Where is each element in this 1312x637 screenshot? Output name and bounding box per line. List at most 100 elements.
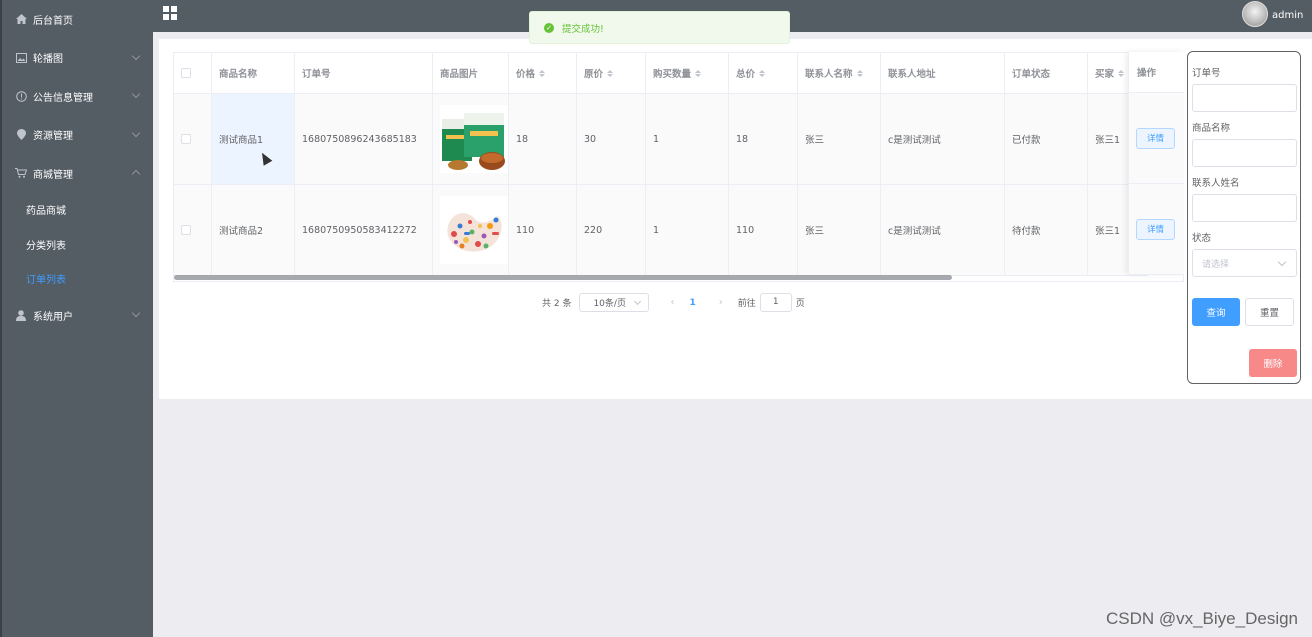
column-header: 联系人地址	[881, 53, 1005, 93]
page-size-select[interactable]: 10条/页	[579, 293, 650, 312]
sort-icon[interactable]	[759, 69, 766, 77]
chevron-down-icon	[131, 51, 141, 60]
contact-name-input[interactable]	[1192, 194, 1297, 222]
sort-icon[interactable]	[539, 69, 546, 77]
chevron-down-icon	[131, 128, 141, 137]
column-header: 订单状态	[1005, 53, 1088, 93]
sidebar-item-carousel[interactable]: 轮播图	[2, 39, 153, 78]
page-number-current[interactable]: 1	[689, 298, 695, 308]
watermark: CSDN @vx_Biye_Design	[1105, 609, 1298, 628]
query-button[interactable]: 查询	[1192, 298, 1240, 326]
order-no-input[interactable]	[1192, 84, 1297, 112]
sidebar-subitem-drug-mall[interactable]: 药品商城	[2, 193, 153, 228]
status-label: 状态	[1192, 233, 1212, 244]
next-page-icon[interactable]: ›	[714, 297, 728, 308]
order-no-label: 订单号	[1192, 68, 1221, 79]
reset-button[interactable]: 重置	[1245, 298, 1294, 326]
table-header-row: 商品名称 订单号 商品图片 价格 原价 购买数量 总价 联系人名称 联系人地址 …	[174, 53, 1148, 94]
column-header-label: 原价	[584, 69, 604, 80]
column-header-label: 联系人名称	[805, 69, 853, 80]
row-select-cell	[174, 94, 212, 184]
original-price-cell: 220	[577, 185, 646, 275]
sort-icon[interactable]	[695, 69, 702, 77]
contact-name-label: 联系人姓名	[1192, 178, 1240, 189]
detail-button[interactable]: 详情	[1136, 127, 1175, 149]
table-row[interactable]: 测试商品2 1680750950583412272 110 220 1 110 …	[174, 185, 1148, 276]
chevron-down-icon	[131, 89, 141, 99]
avatar[interactable]	[1242, 1, 1268, 27]
sort-icon[interactable]	[607, 69, 614, 77]
status-select[interactable]: 请选择	[1192, 249, 1297, 277]
product-name-cell: 测试商品1	[212, 94, 295, 184]
sidebar-subitem-category-list[interactable]: 分类列表	[2, 227, 153, 262]
price-cell: 18	[509, 94, 577, 184]
column-header: 订单号	[295, 53, 433, 93]
quantity-cell: 1	[646, 94, 729, 184]
column-header-sortable[interactable]: 原价	[577, 53, 646, 93]
pagination-total: 共 2 条	[542, 299, 572, 309]
detail-button[interactable]: 详情	[1136, 218, 1175, 240]
operations-cell: 详情	[1129, 184, 1184, 275]
sidebar-item-home[interactable]: 后台首页	[2, 0, 153, 39]
goto-label: 前往	[737, 299, 756, 309]
sort-icon[interactable]	[856, 69, 863, 77]
info-icon	[15, 90, 27, 102]
toast-message: 提交成功!	[562, 23, 604, 35]
sidebar-item-label: 公告信息管理	[33, 92, 93, 104]
select-all-cell	[174, 53, 212, 93]
column-header-label: 总价	[736, 69, 756, 80]
chevron-up-icon	[131, 169, 141, 179]
sidebar-item-label: 轮播图	[33, 54, 63, 66]
chevron-down-icon	[131, 308, 141, 318]
total-cell: 18	[729, 94, 798, 184]
menu-toggle-grid-icon[interactable]	[163, 6, 178, 21]
column-header-sortable[interactable]: 价格	[509, 53, 577, 93]
sort-icon[interactable]	[1118, 69, 1125, 77]
row-select-cell	[174, 185, 212, 275]
quantity-cell: 1	[646, 185, 729, 275]
sidebar-item-mall[interactable]: 商城管理	[2, 154, 153, 193]
column-header: 操作	[1129, 52, 1184, 93]
product-image-cell	[433, 185, 509, 275]
table-row[interactable]: 测试商品1 1680750896243685183 18 30 1 18 张三 …	[174, 94, 1148, 185]
location-icon	[15, 129, 27, 141]
home-icon	[15, 13, 27, 25]
operations-cell: 详情	[1129, 93, 1184, 184]
column-header-label: 买家	[1095, 69, 1115, 80]
horizontal-scrollbar[interactable]	[174, 275, 952, 280]
product-image-pills	[440, 196, 508, 264]
sidebar-item-resources[interactable]: 资源管理	[2, 116, 153, 155]
row-checkbox[interactable]	[181, 225, 191, 235]
goto-page-input[interactable]: 1	[759, 293, 792, 312]
contact-address-cell: c是测试测试	[881, 94, 1005, 184]
sidebar: 后台首页 轮播图 公告信息管理 资源管理 商城管理 药品商城 分类列表 订单列表	[0, 0, 153, 637]
sidebar-item-label: 商城管理	[33, 169, 73, 181]
column-header-sortable[interactable]: 联系人名称	[798, 53, 881, 93]
pagination: 共 2 条 10条/页 ‹ 1 › 前往 1 页	[542, 293, 805, 312]
success-toast: ✓ 提交成功!	[529, 11, 790, 44]
order-status-cell: 已付款	[1005, 94, 1088, 184]
sidebar-subitem-label: 分类列表	[26, 240, 66, 252]
column-header-sortable[interactable]: 总价	[729, 53, 798, 93]
main-panel: 商品名称 订单号 商品图片 价格 原价 购买数量 总价 联系人名称 联系人地址 …	[159, 39, 1312, 399]
column-header: 商品名称	[212, 53, 295, 93]
original-price-cell: 30	[577, 94, 646, 184]
username[interactable]: admin	[1272, 10, 1303, 21]
delete-button[interactable]: 删除	[1249, 349, 1297, 377]
order-status-cell: 待付款	[1005, 185, 1088, 275]
sidebar-subitem-order-list[interactable]: 订单列表	[2, 262, 153, 297]
cart-icon	[15, 167, 27, 179]
sidebar-item-system-users[interactable]: 系统用户	[2, 296, 153, 335]
sidebar-item-notices[interactable]: 公告信息管理	[2, 77, 153, 116]
contact-address-cell: c是测试测试	[881, 185, 1005, 275]
prev-page-icon[interactable]: ‹	[665, 297, 679, 308]
column-header-sortable[interactable]: 购买数量	[646, 53, 729, 93]
total-cell: 110	[729, 185, 798, 275]
product-name-input[interactable]	[1192, 139, 1297, 167]
row-checkbox[interactable]	[181, 134, 191, 144]
goto-suffix: 页	[795, 299, 805, 309]
column-header-label: 价格	[516, 69, 536, 80]
sidebar-subitem-label: 药品商城	[26, 206, 66, 218]
operations-column: 操作 详情 详情	[1128, 52, 1184, 275]
select-all-checkbox[interactable]	[181, 68, 191, 78]
